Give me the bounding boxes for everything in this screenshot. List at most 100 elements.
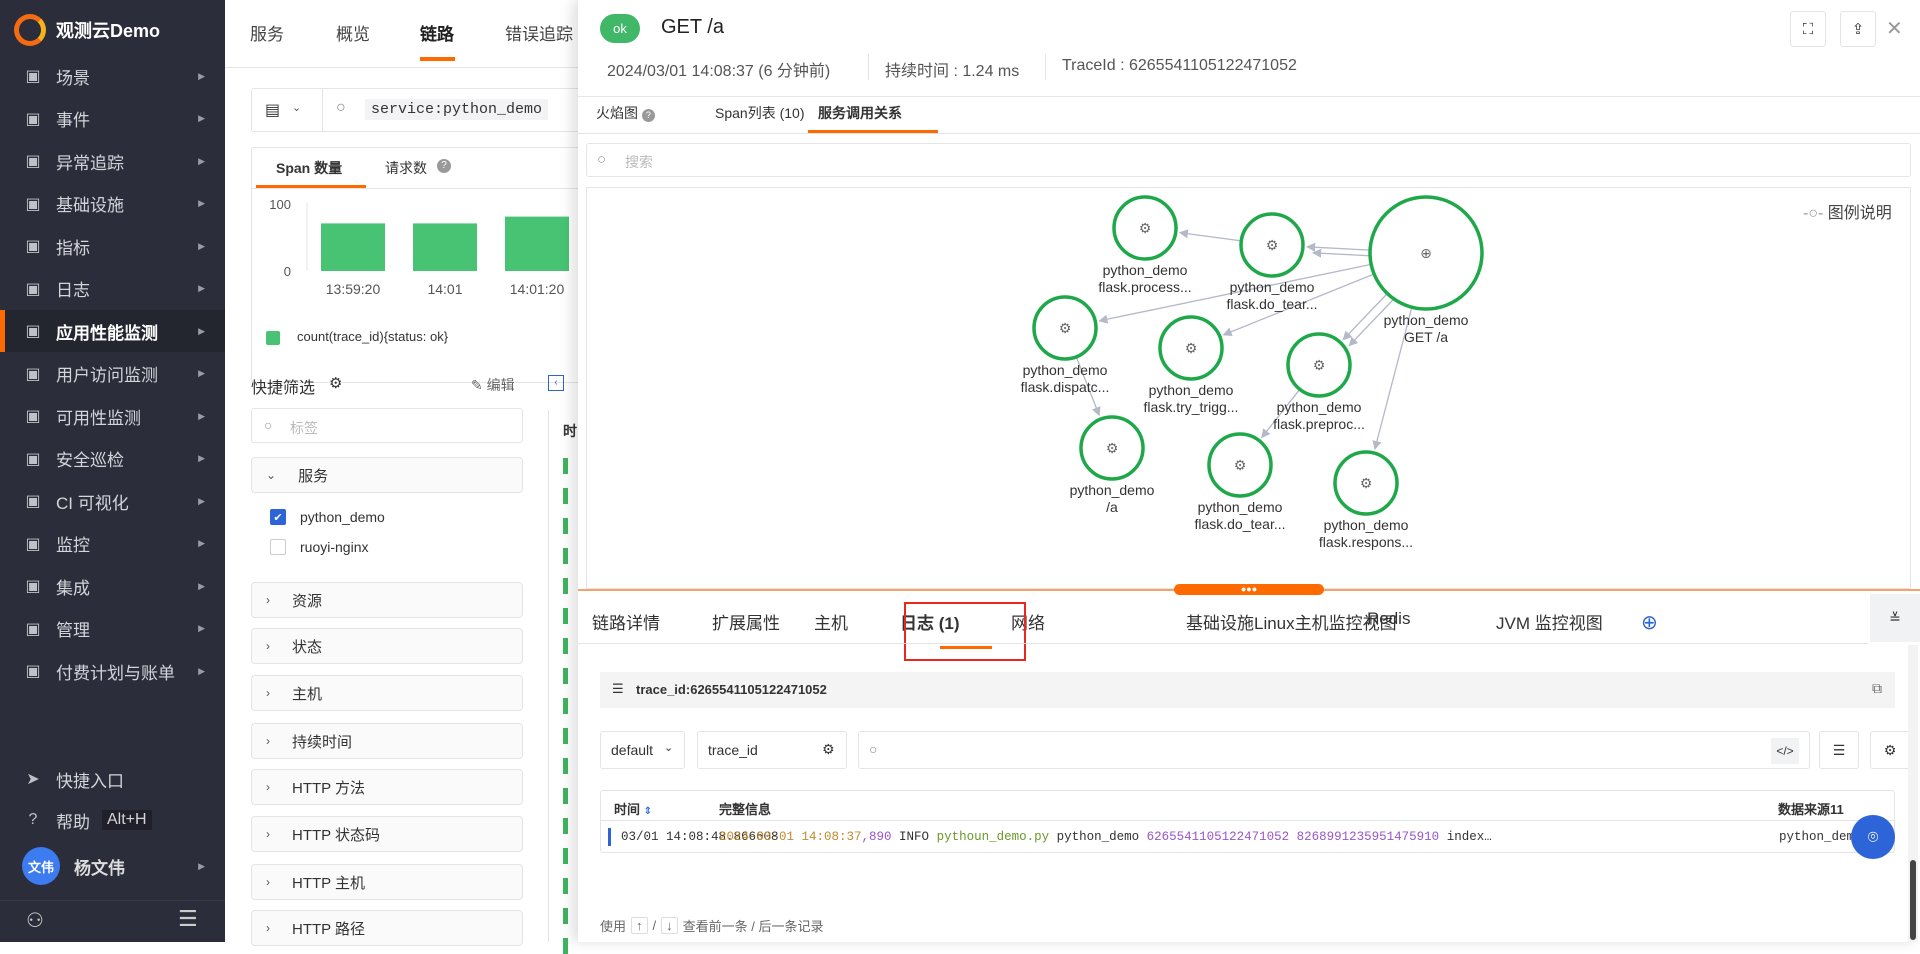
checkbox[interactable] — [270, 539, 286, 555]
chevron-right-icon: › — [266, 593, 270, 607]
sidebar-item-13[interactable]: ▣ 管理 ▶ — [0, 608, 225, 650]
sidebar-item-6[interactable]: ▣ 应用性能监测 ▶ — [0, 310, 225, 352]
filter-group-service[interactable]: ⌄ 服务 — [251, 457, 523, 493]
graph-node[interactable]: ⚙ python_demoflask.preproc... — [1273, 332, 1365, 432]
sidebar-item-1[interactable]: ▣ 事件 ▶ — [0, 98, 225, 140]
settings-button[interactable]: ⚙ — [1870, 731, 1910, 769]
sidebar-item-3[interactable]: ▣ 基础设施 ▶ — [0, 183, 225, 225]
filter-group[interactable]: › HTTP 状态码 — [251, 816, 523, 852]
legend-toggle[interactable]: -○- 图例说明 — [1803, 199, 1892, 223]
graph-node[interactable]: ⚙ python_demo/a — [1070, 415, 1155, 515]
graph-node[interactable]: ⚙ python_demoflask.process... — [1098, 195, 1192, 295]
bottom-tab-6[interactable]: Redis — [1367, 609, 1410, 629]
node-service: python_demo — [1277, 399, 1362, 415]
resize-handle[interactable]: ●●● — [1174, 584, 1324, 595]
add-tab-icon[interactable]: ⊕ — [1641, 610, 1658, 635]
divider — [578, 133, 1920, 134]
tab-request-count[interactable]: 请求数 — [385, 158, 427, 178]
sidebar-item-11[interactable]: ▣ 监控 ▶ — [0, 523, 225, 565]
filter-group[interactable]: › HTTP 路径 — [251, 910, 523, 946]
bottom-tab-1[interactable]: 扩展属性 — [712, 609, 780, 634]
bottom-tab-2[interactable]: 主机 — [814, 609, 848, 634]
open-external-icon[interactable]: ⧉ — [1872, 680, 1882, 697]
service-call-graph: ⊕ python_demo GET /a ⚙ python_demo flask.proc… — [586, 187, 1911, 589]
service-option-ruoyi-nginx[interactable]: ruoyi-nginx — [270, 539, 368, 555]
collapse-tabs-icon[interactable]: ≚ — [1870, 594, 1920, 642]
sidebar-item-7[interactable]: ▣ 用户访问监测 ▶ — [0, 353, 225, 395]
shortcut-entry[interactable]: ➤ 快捷入口 — [0, 758, 225, 800]
field-select[interactable]: trace_id ⚙ — [697, 731, 847, 769]
graph-node[interactable]: ⊕ python_demoGET /a — [1368, 195, 1484, 345]
tab-errors[interactable]: 错误追踪 — [505, 20, 573, 45]
graph-node[interactable]: ⚙ python_demoflask.do_tear... — [1194, 432, 1286, 532]
gear-icon[interactable]: ⚙ — [822, 741, 835, 758]
filter-group[interactable]: › 持续时间 — [251, 723, 523, 759]
screenshot-float-button[interactable]: ⌾ — [1851, 815, 1895, 859]
help-icon[interactable]: ? — [437, 159, 451, 173]
service-option-python-demo[interactable]: ✔ python_demo — [270, 509, 385, 525]
tab-traces[interactable]: 链路 — [420, 20, 454, 45]
bottom-tab-5[interactable]: 基础设施Linux主机监控视图 — [1186, 609, 1397, 634]
ci-icon: ▣ — [25, 493, 41, 510]
sidebar-item-8[interactable]: ▣ 可用性监测 ▶ — [0, 395, 225, 437]
filter-group[interactable]: › 状态 — [251, 628, 523, 664]
query-type-icon[interactable]: ▤ — [265, 100, 280, 120]
filter-group[interactable]: › 资源 — [251, 582, 523, 618]
sidebar-item-4[interactable]: ▣ 指标 ▶ — [0, 225, 225, 267]
sidebar-item-0[interactable]: ▣ 场景 ▶ — [0, 55, 225, 97]
bottom-tab-7[interactable]: JVM 监控视图 — [1496, 609, 1603, 634]
column-time[interactable]: 时间 ⇕ — [614, 799, 652, 818]
graph-search-input[interactable]: ○ 搜索 — [586, 143, 1911, 177]
call-graph-canvas[interactable]: ⊕python_demoGET /a ⚙python_demoflask.proc… — [587, 188, 1912, 588]
share-button[interactable]: ⇪ — [1840, 11, 1876, 47]
user-menu[interactable]: 文伟 杨文伟 ▶ — [0, 845, 225, 887]
log-search-input[interactable]: ○ </> — [858, 731, 1810, 769]
scrollbar[interactable] — [1908, 645, 1918, 942]
chevron-down-icon[interactable]: ⌄ — [292, 101, 301, 114]
tab-services[interactable]: 服务 — [250, 20, 284, 45]
sidebar-item-12[interactable]: ▣ 集成 ▶ — [0, 565, 225, 607]
brand-logo[interactable]: 观测云Demo — [14, 14, 160, 46]
filter-group[interactable]: › HTTP 主机 — [251, 864, 523, 900]
filter-group[interactable]: › 主机 — [251, 675, 523, 711]
help-button[interactable]: ? 帮助 Alt+H — [0, 799, 225, 841]
sidebar-item-14[interactable]: ▣ 付费计划与账单 ▶ — [0, 650, 225, 692]
code-mode-icon[interactable]: </> — [1771, 738, 1799, 764]
close-icon[interactable]: ✕ — [1886, 16, 1903, 41]
help-icon[interactable]: ? — [641, 109, 655, 122]
tab-span-list[interactable]: Span列表 (10) — [715, 103, 804, 123]
index-select[interactable]: default ⌄ — [600, 731, 685, 769]
edit-button[interactable]: ✎ 编辑 — [471, 375, 515, 395]
graph-node[interactable]: ⚙ python_demoflask.do_tear... — [1226, 212, 1318, 312]
field-select-value: trace_id — [708, 742, 758, 758]
filter-group[interactable]: › HTTP 方法 — [251, 769, 523, 805]
tab-flame-graph[interactable]: 火焰图 ? — [596, 103, 655, 123]
scrollbar-thumb[interactable] — [1910, 860, 1916, 940]
checkbox-checked[interactable]: ✔ — [270, 509, 286, 525]
sort-icon[interactable]: ⇕ — [644, 806, 652, 817]
tag-search-input[interactable]: ○ 标签 — [251, 408, 523, 443]
log-table: 时间 ⇕ 完整信息 数据来源11 03/01 14:08:48.866608 2… — [600, 790, 1895, 853]
graph-node[interactable]: ⚙ python_demoflask.try_trigg... — [1144, 315, 1239, 415]
fullscreen-button[interactable]: ⛶ — [1790, 11, 1826, 47]
sidebar-item-5[interactable]: ▣ 日志 ▶ — [0, 268, 225, 310]
query-input[interactable]: service:python_demo — [365, 99, 549, 120]
column-settings-button[interactable]: ☰ — [1819, 731, 1859, 769]
collapse-panel-icon[interactable]: ‹ — [548, 375, 564, 391]
filter-tag[interactable]: trace_id:6265541105122471052 — [636, 682, 827, 697]
graph-node[interactable]: ⚙ python_demoflask.respons... — [1319, 450, 1413, 550]
tab-span-count[interactable]: Span 数量 — [276, 158, 342, 178]
gear-icon[interactable]: ⚙ — [329, 374, 342, 392]
row-status-bar — [563, 488, 568, 504]
tab-service-call-graph[interactable]: 服务调用关系 — [818, 103, 902, 123]
tab-overview[interactable]: 概览 — [336, 20, 370, 45]
graph-node[interactable]: ⚙ python_demoflask.dispatc... — [1021, 295, 1110, 395]
sidebar-item-9[interactable]: ▣ 安全巡检 ▶ — [0, 438, 225, 480]
collapse-menu-icon[interactable]: ☰ — [178, 906, 198, 932]
row-status-bar — [563, 818, 568, 834]
sidebar-item-10[interactable]: ▣ CI 可视化 ▶ — [0, 480, 225, 522]
add-user-icon[interactable]: ⚇ — [26, 908, 44, 933]
bottom-tab-0[interactable]: 链路详情 — [592, 609, 660, 634]
sidebar-item-2[interactable]: ▣ 异常追踪 ▶ — [0, 140, 225, 182]
table-row[interactable]: 03/01 14:08:48.866608 2024-03-01 14:08:3… — [601, 822, 1894, 852]
